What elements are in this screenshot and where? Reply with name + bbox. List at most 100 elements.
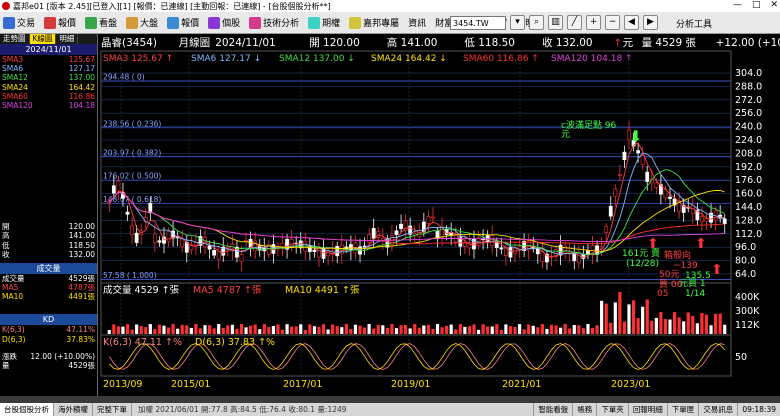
change-label: 漲跌 bbox=[2, 351, 17, 361]
price-axis-label: 144.0 bbox=[735, 202, 762, 213]
kd-row: D(6,3) 37.83% bbox=[0, 335, 97, 344]
volume-bar bbox=[148, 324, 152, 334]
status-smart-watch[interactable]: 智能看盤 bbox=[533, 403, 572, 416]
volume-bar bbox=[285, 324, 289, 334]
volume-bar bbox=[394, 328, 399, 334]
status-report-detail[interactable]: 回報明細 bbox=[627, 403, 667, 416]
volume-bar bbox=[157, 324, 162, 334]
status-tab-overseas[interactable]: 海外積權 bbox=[54, 403, 93, 416]
status-trade-msg[interactable]: 交易訊息 bbox=[698, 403, 737, 416]
volume-bar bbox=[672, 312, 677, 334]
exclusive-icon bbox=[349, 17, 362, 30]
volume-bar bbox=[641, 306, 645, 334]
volume-bar bbox=[554, 325, 558, 334]
volume-value: 4529張 bbox=[68, 273, 95, 283]
sma-label: SMA6 bbox=[2, 64, 24, 74]
volume-bar bbox=[440, 327, 444, 334]
menu-info[interactable]: 資訊 bbox=[408, 16, 426, 29]
maximize-button[interactable]: □ bbox=[752, 0, 761, 10]
symbol-input[interactable] bbox=[450, 16, 506, 30]
volume-bar bbox=[344, 324, 348, 334]
close-button[interactable]: ✕ bbox=[770, 0, 778, 10]
search-icon[interactable]: ⌕ bbox=[529, 15, 544, 30]
volume-bar bbox=[723, 324, 727, 334]
sma-value: 127.17 bbox=[68, 64, 95, 74]
volume-bar bbox=[362, 327, 367, 334]
volume-axis-label: 300K bbox=[735, 306, 760, 317]
volume-bar bbox=[294, 326, 298, 334]
volume-bar bbox=[226, 325, 230, 334]
volume-bar bbox=[531, 325, 535, 334]
volume-bar bbox=[426, 324, 430, 334]
volume-label: MA5 bbox=[2, 283, 19, 293]
status-order-box[interactable]: 下單匣 bbox=[666, 403, 699, 416]
volume-bar bbox=[581, 328, 585, 334]
candle-body bbox=[640, 155, 645, 165]
sma-legend-2: SMA12 137.00 ↓ bbox=[279, 54, 355, 64]
volume-bar bbox=[645, 299, 649, 334]
menu-quote-2[interactable]: 報價 bbox=[167, 16, 199, 30]
sma-value: 104.18 bbox=[68, 100, 95, 110]
menu-exclusive[interactable]: 嘉邦專屬 bbox=[349, 16, 399, 30]
menu-technical[interactable]: 技術分析 bbox=[249, 16, 299, 30]
status-account[interactable]: 帳務 bbox=[572, 403, 596, 416]
draw-line-icon[interactable]: ╱ bbox=[567, 15, 582, 30]
zoom-in-icon[interactable]: + bbox=[586, 15, 601, 30]
sma-legend-5: SMA120 104.18 ↑ bbox=[551, 54, 633, 64]
volume-bar bbox=[116, 326, 120, 334]
candle-body bbox=[367, 234, 372, 243]
left-info-panel: 走勢圖 K線圖 明細 2024/11/01 SMA3 125.67 SMA6 127.… bbox=[0, 34, 98, 396]
menu-stock[interactable]: 個股 bbox=[208, 16, 240, 30]
minimize-button[interactable]: — bbox=[733, 0, 742, 10]
dropdown-icon[interactable]: ▾ bbox=[510, 15, 525, 30]
chart-stock-name: 晶睿(3454) bbox=[101, 36, 157, 49]
time-axis-label: 2017/01 bbox=[283, 379, 322, 390]
chart-area[interactable]: 晶睿(3454) 月線圖 2024/11/01 開 120.00 高 141.00 低 1… bbox=[99, 34, 780, 396]
volume-bar bbox=[390, 324, 394, 334]
prev-icon[interactable]: ◀ bbox=[624, 15, 639, 30]
volume-bar bbox=[207, 325, 212, 334]
volume-bar bbox=[271, 326, 275, 334]
volume-bar bbox=[349, 328, 353, 334]
kline-chart[interactable]: 晶睿(3454) 月線圖 2024/11/01 開 120.00 高 141.00 低 1… bbox=[99, 34, 780, 396]
candle-body bbox=[394, 230, 399, 235]
panel-date: 2024/11/01 bbox=[0, 44, 97, 55]
candle-body bbox=[134, 232, 139, 243]
status-order-folder[interactable]: 下單夾 bbox=[596, 403, 628, 416]
menu-quote[interactable]: 報價 bbox=[44, 16, 76, 30]
sma-line-120 bbox=[108, 191, 725, 243]
candle-body bbox=[690, 205, 695, 215]
tab-trend[interactable]: 走勢圖 bbox=[0, 34, 30, 44]
left-tabs: 走勢圖 K線圖 明細 bbox=[0, 34, 97, 44]
kd-legend-0: K(6,3) 47.11 ↑% bbox=[103, 337, 182, 348]
status-tab-analysis[interactable]: 台股個股分析 bbox=[0, 403, 54, 416]
next-icon[interactable]: ▶ bbox=[643, 15, 658, 30]
volume-bar bbox=[299, 324, 303, 334]
ohlc-value: 118.50 bbox=[68, 240, 95, 250]
menu-trade[interactable]: 交易 bbox=[3, 16, 35, 30]
volume-bar bbox=[258, 329, 262, 334]
candle-body bbox=[157, 240, 162, 243]
menu-watch[interactable]: 看盤 bbox=[85, 16, 117, 30]
volume-bar bbox=[577, 325, 581, 334]
volume-bar bbox=[600, 300, 604, 334]
menu-options[interactable]: 期權 bbox=[308, 16, 340, 30]
volume-bar bbox=[499, 329, 503, 334]
kd-label: D(6,3) bbox=[2, 334, 26, 344]
status-tab-order[interactable]: 完整下單 bbox=[93, 403, 132, 416]
volume-bar bbox=[194, 324, 198, 334]
price-axis-label: 256.0 bbox=[735, 108, 762, 119]
chart-type-icon[interactable]: ▥ bbox=[548, 15, 563, 30]
chart-open: 開 120.00 bbox=[309, 37, 360, 49]
volume-bar bbox=[590, 328, 595, 334]
volume-bar bbox=[180, 324, 184, 334]
zoom-out-icon[interactable]: − bbox=[605, 15, 620, 30]
menu-market[interactable]: 大盤 bbox=[126, 16, 158, 30]
tab-kline[interactable]: K線圖 bbox=[29, 34, 57, 44]
candle-body bbox=[645, 171, 650, 182]
analysis-tools-button[interactable]: 分析工具 bbox=[676, 17, 712, 30]
status-bar: 台股個股分析 海外積權 完整下單 加權 2021/06/01 開:77.8 高:… bbox=[0, 403, 780, 416]
tab-detail[interactable]: 明細 bbox=[56, 34, 79, 44]
buy-arrow-icon: ⬆ bbox=[711, 262, 723, 278]
kd-label: K(6,3) bbox=[2, 325, 25, 335]
